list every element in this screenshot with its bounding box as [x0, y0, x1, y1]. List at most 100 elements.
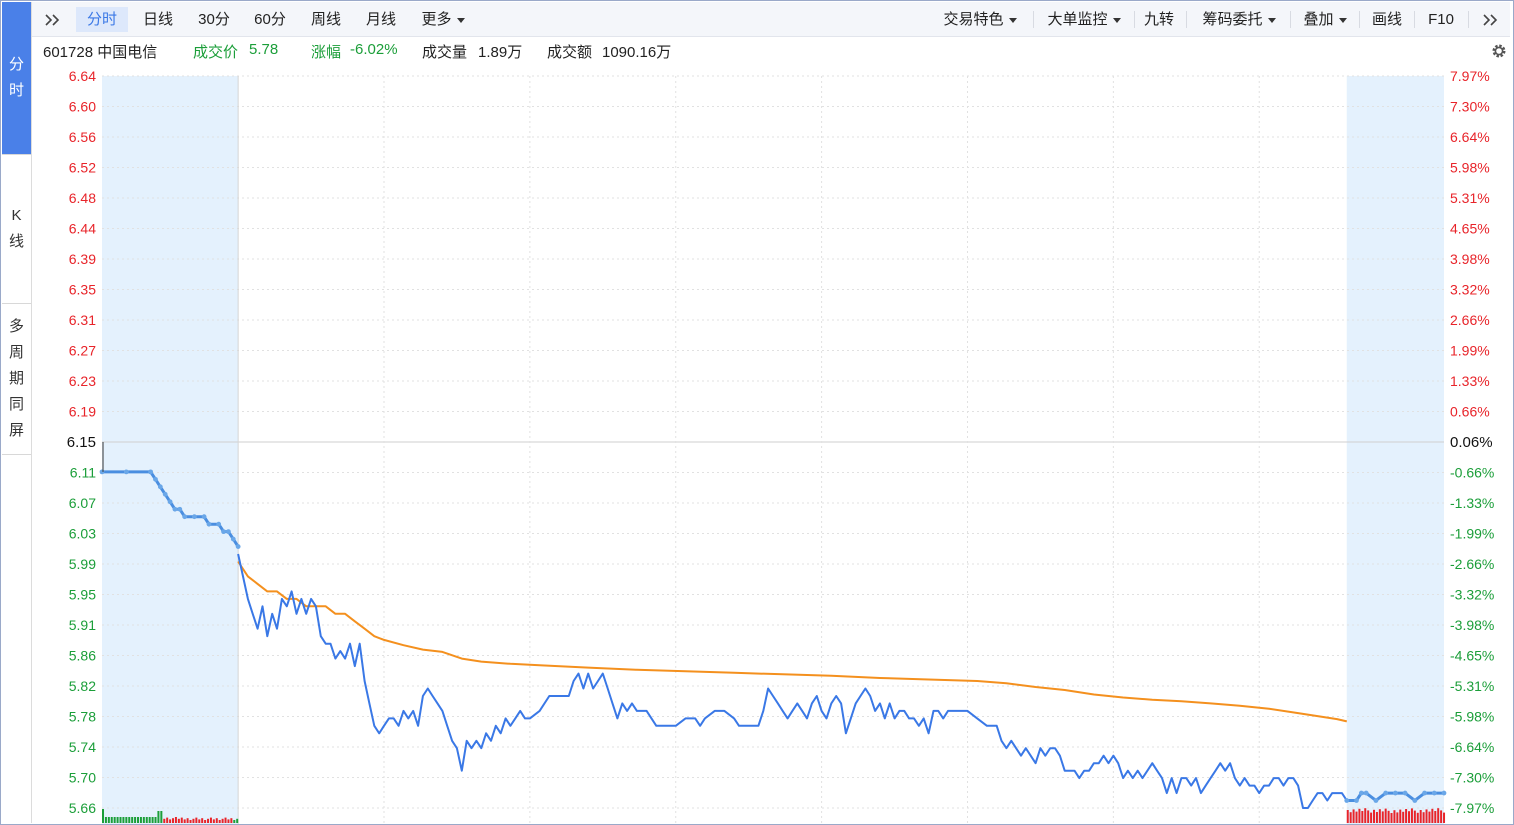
y-right-tick-label: 5.31% [1450, 190, 1490, 206]
preopen-price-line-point [177, 506, 183, 512]
preopen-price-line-point [226, 529, 231, 535]
preopen-price-line-point [99, 469, 105, 475]
volume-bar [125, 817, 128, 823]
volume-bar [104, 817, 107, 823]
postclose-price-line-point [1431, 790, 1437, 796]
y-left-tick-label: 5.95 [69, 587, 96, 603]
y-right-tick-label: -7.97% [1450, 800, 1494, 816]
y-left-tick-label: 6.48 [69, 190, 96, 206]
volume-bar [1410, 808, 1413, 823]
volume-bar [1349, 812, 1352, 823]
intraday-chart[interactable]: 6.64 7.97% 6.60 7.30% 6.56 6.64% 6.52 5.98% 6.48… [0, 0, 1514, 825]
volume-bar [207, 818, 210, 823]
preopen-price-line-point [216, 521, 222, 527]
volume-bar [1440, 810, 1443, 823]
volume-bar [139, 817, 142, 823]
preopen-price-line-point [230, 536, 236, 542]
y-right-tick-label: 1.99% [1450, 343, 1490, 359]
volume-bar [163, 818, 166, 823]
volume-bar [192, 818, 195, 823]
y-left-tick-label: 6.52 [69, 160, 96, 176]
y-right-tick-label: 7.30% [1450, 99, 1490, 115]
volume-bar [1428, 811, 1431, 823]
price-line [237, 553, 1348, 809]
postclose-price-line-point [1358, 790, 1364, 796]
y-left-tick-label: 5.82 [69, 678, 96, 694]
volume-bar [1413, 810, 1416, 823]
volume-bar [107, 817, 110, 823]
volume-bar [1443, 812, 1446, 823]
preopen-price-line-point [153, 476, 158, 482]
volume-bar [145, 817, 148, 823]
volume-bar [224, 817, 227, 823]
preopen-price-line-point [157, 484, 163, 490]
volume-bar [1405, 809, 1408, 823]
volume-bar [186, 818, 189, 823]
preopen-price-line-point [148, 469, 154, 475]
y-left-tick-label: 5.70 [69, 770, 96, 786]
volume-bar [151, 817, 154, 823]
y-left-tick-label: 5.91 [69, 617, 96, 633]
volume-bar [119, 817, 122, 823]
y-left-tick-label: 6.39 [69, 251, 96, 267]
preopen-price-line-point [201, 514, 207, 520]
volume-bar [102, 809, 104, 823]
volume-bar [110, 817, 113, 823]
volume-bar [1355, 811, 1358, 823]
volume-bar [1396, 812, 1399, 823]
y-left-tick-label: 5.99 [69, 556, 96, 572]
volume-bar [1437, 808, 1440, 823]
volume-bar [1352, 809, 1355, 823]
postclose-price-line-point [1402, 790, 1408, 796]
y-left-tick-label: 6.11 [70, 465, 96, 481]
volume-bar [236, 818, 239, 823]
y-right-tick-label: -1.33% [1450, 495, 1494, 511]
volume-bar [218, 820, 221, 823]
avg-price-line [237, 560, 1348, 723]
y-left-tick-label: 6.31 [69, 312, 96, 328]
volume-bar [1393, 810, 1396, 823]
volume-bar [1370, 812, 1373, 823]
y-right-tick-label: -1.99% [1450, 526, 1494, 542]
volume-bar [221, 818, 224, 823]
volume-bar [148, 817, 151, 823]
preopen-price-line-point [162, 491, 168, 497]
volume-bar [212, 819, 215, 823]
y-right-tick-label: 3.98% [1450, 251, 1490, 267]
y-left-tick-label: 6.23 [69, 373, 96, 389]
y-right-tick-label: 6.64% [1450, 129, 1490, 145]
y-left-tick-label: 6.03 [69, 526, 96, 542]
y-left-tick-label: 5.66 [69, 800, 96, 816]
y-right-tick-label: 2.66% [1450, 312, 1490, 328]
y-right-tick-label: 3.32% [1450, 282, 1490, 298]
volume-bar [227, 819, 230, 823]
y-left-tick-label: 5.78 [69, 709, 96, 725]
volume-bar [1378, 809, 1381, 823]
preopen-price-line-point [206, 521, 212, 527]
preopen-price-line-point [172, 506, 178, 512]
volume-bar [1416, 812, 1419, 823]
volume-bar [1422, 812, 1425, 823]
volume-bar [172, 818, 175, 823]
volume-bar [137, 817, 140, 823]
volume-bar [233, 820, 236, 823]
postclose-price-line-point [1441, 790, 1447, 796]
y-right-tick-label: -7.30% [1450, 770, 1494, 786]
y-right-tick-label: 1.33% [1450, 373, 1490, 389]
y-left-tick-label: 6.60 [69, 99, 96, 115]
volume-bar [1373, 809, 1376, 823]
y-right-tick-label: -3.32% [1450, 587, 1494, 603]
preopen-price-line-point [191, 514, 197, 520]
y-right-tick-label: 0.66% [1450, 404, 1490, 420]
y-right-tick-label: 4.65% [1450, 221, 1490, 237]
y-left-tick-label: 6.56 [69, 129, 96, 145]
postclose-price-line-point [1412, 798, 1418, 803]
y-left-tick-label: 6.07 [69, 495, 96, 511]
volume-bar [195, 817, 198, 823]
volume-bar [134, 817, 137, 823]
volume-bar [1408, 811, 1411, 823]
volume-bar [1367, 810, 1370, 823]
volume-bar [157, 811, 160, 823]
volume-bar [209, 817, 212, 823]
volume-bar [116, 817, 119, 823]
